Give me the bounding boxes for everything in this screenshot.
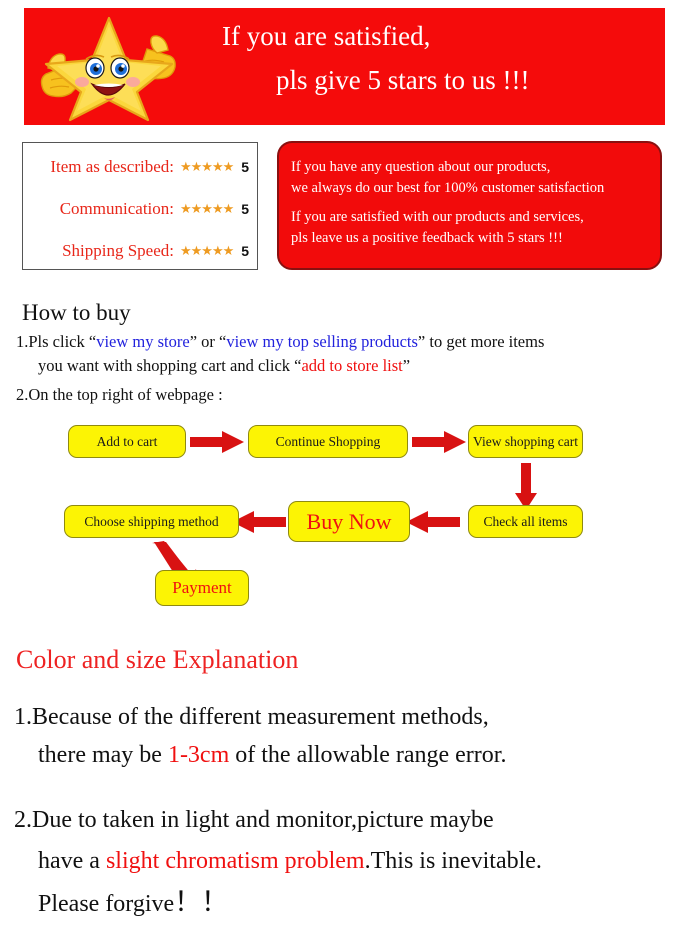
step1-text-a: 1.Pls click “ bbox=[16, 332, 97, 351]
chromatism-phrase: slight chromatism problem bbox=[105, 848, 365, 874]
banner-line-1: If you are satisfied, bbox=[222, 21, 431, 51]
flow-box-view-shopping-cart[interactable]: View shopping cart bbox=[468, 425, 583, 458]
rating-value: 5 bbox=[241, 159, 250, 175]
banner-text: If you are satisfied, pls give 5 stars t… bbox=[194, 14, 659, 119]
step1-text-d: you want with shopping cart and click “ bbox=[38, 356, 302, 375]
arrow-right-icon bbox=[412, 431, 466, 453]
feedback-line-1: If you have any question about our produ… bbox=[291, 159, 551, 175]
color-size-item-1: 1.Because of the different measurement m… bbox=[14, 698, 694, 774]
cs2-text-b: have a bbox=[38, 848, 106, 874]
color-size-item-2: 2.Due to taken in light and monitor,pict… bbox=[14, 800, 700, 925]
seller-ratings-box: Item as described: ★★★★★ 5 Communication… bbox=[22, 142, 258, 270]
cs1-line-1: 1.Because of the different measurement m… bbox=[14, 704, 489, 730]
arrow-down-icon bbox=[515, 463, 537, 510]
rating-label-communication: Communication: bbox=[59, 199, 174, 218]
five-star-icon: ★★★★★ bbox=[180, 159, 234, 175]
checkout-flow-diagram: Add to cart Continue Shopping View shopp… bbox=[0, 415, 700, 620]
rating-row: Item as described: ★★★★★ 5 bbox=[23, 149, 257, 185]
flow-box-payment[interactable]: Payment bbox=[155, 570, 249, 606]
feedback-line-2: we always do our best for 100% customer … bbox=[291, 180, 605, 196]
flow-label: Choose shipping method bbox=[84, 513, 219, 529]
step1-text-b: ” or “ bbox=[189, 332, 227, 351]
flow-box-check-all-items[interactable]: Check all items bbox=[468, 505, 583, 538]
rating-value: 5 bbox=[241, 243, 250, 259]
cs2-text-c: .This is inevitable. bbox=[364, 848, 542, 874]
flow-label: Continue Shopping bbox=[275, 433, 381, 449]
rating-row: Communication: ★★★★★ 5 bbox=[23, 191, 257, 227]
cs2-text-d: Please forgive bbox=[38, 891, 175, 917]
step1-line-2: you want with shopping cart and click “a… bbox=[16, 354, 686, 378]
how-to-buy-step-1: 1.Pls click “view my store” or “view my … bbox=[16, 330, 686, 378]
rating-label-item-as-described: Item as described: bbox=[50, 157, 174, 176]
star-thumbs-up-mascot-icon bbox=[40, 16, 176, 122]
cs2-line-3: Please forgive！！ bbox=[14, 882, 700, 925]
rating-label-shipping-speed: Shipping Speed: bbox=[62, 241, 174, 260]
rating-value: 5 bbox=[241, 201, 250, 217]
flow-box-continue-shopping[interactable]: Continue Shopping bbox=[248, 425, 408, 458]
color-size-heading: Color and size Explanation bbox=[16, 645, 299, 674]
view-top-selling-products-link[interactable]: view my top selling products bbox=[226, 332, 418, 351]
view-my-store-link[interactable]: view my store bbox=[96, 332, 189, 351]
arrow-left-icon bbox=[406, 511, 460, 533]
promo-page: If you are satisfied, pls give 5 stars t… bbox=[0, 0, 700, 950]
banner-line-2: pls give 5 stars to us !!! bbox=[276, 65, 530, 95]
flow-label: Payment bbox=[172, 578, 232, 597]
flow-box-choose-shipping-method[interactable]: Choose shipping method bbox=[64, 505, 239, 538]
tolerance-value: 1-3cm bbox=[167, 742, 230, 768]
feedback-request-box: If you have any question about our produ… bbox=[277, 141, 662, 270]
arrow-left-icon bbox=[232, 511, 286, 533]
flow-label: Add to cart bbox=[96, 433, 158, 449]
arrow-right-icon bbox=[190, 431, 244, 453]
five-star-icon: ★★★★★ bbox=[180, 243, 234, 259]
feedback-line-3: If you are satisfied with our products a… bbox=[291, 209, 584, 225]
cs2-line-2: have a slight chromatism problem.This is… bbox=[14, 841, 700, 882]
flow-box-add-to-cart[interactable]: Add to cart bbox=[68, 425, 186, 458]
flow-label: Buy Now bbox=[306, 508, 392, 534]
rating-row: Shipping Speed: ★★★★★ 5 bbox=[23, 233, 257, 269]
cs2-line-1: 2.Due to taken in light and monitor,pict… bbox=[14, 807, 494, 833]
flow-label: Check all items bbox=[483, 513, 568, 529]
cs1-line-2: there may be 1-3cm of the allowable rang… bbox=[14, 736, 694, 774]
exclamation-marks: ！！ bbox=[174, 887, 229, 917]
flow-box-buy-now[interactable]: Buy Now bbox=[288, 501, 410, 542]
step1-text-e: ” bbox=[402, 356, 411, 375]
flow-label: View shopping cart bbox=[473, 433, 578, 449]
feedback-line-4: pls leave us a positive feedback with 5 … bbox=[291, 230, 563, 246]
how-to-buy-heading: How to buy bbox=[22, 300, 131, 325]
satisfaction-banner: If you are satisfied, pls give 5 stars t… bbox=[24, 8, 665, 125]
how-to-buy-step-2: 2.On the top right of webpage : bbox=[16, 385, 223, 404]
step1-text-c: ” to get more items bbox=[417, 332, 545, 351]
cs1-text-b: there may be bbox=[38, 742, 168, 768]
cs1-text-c: of the allowable range error. bbox=[229, 742, 507, 768]
five-star-icon: ★★★★★ bbox=[180, 201, 234, 217]
add-to-store-list-label: add to store list bbox=[301, 356, 403, 375]
